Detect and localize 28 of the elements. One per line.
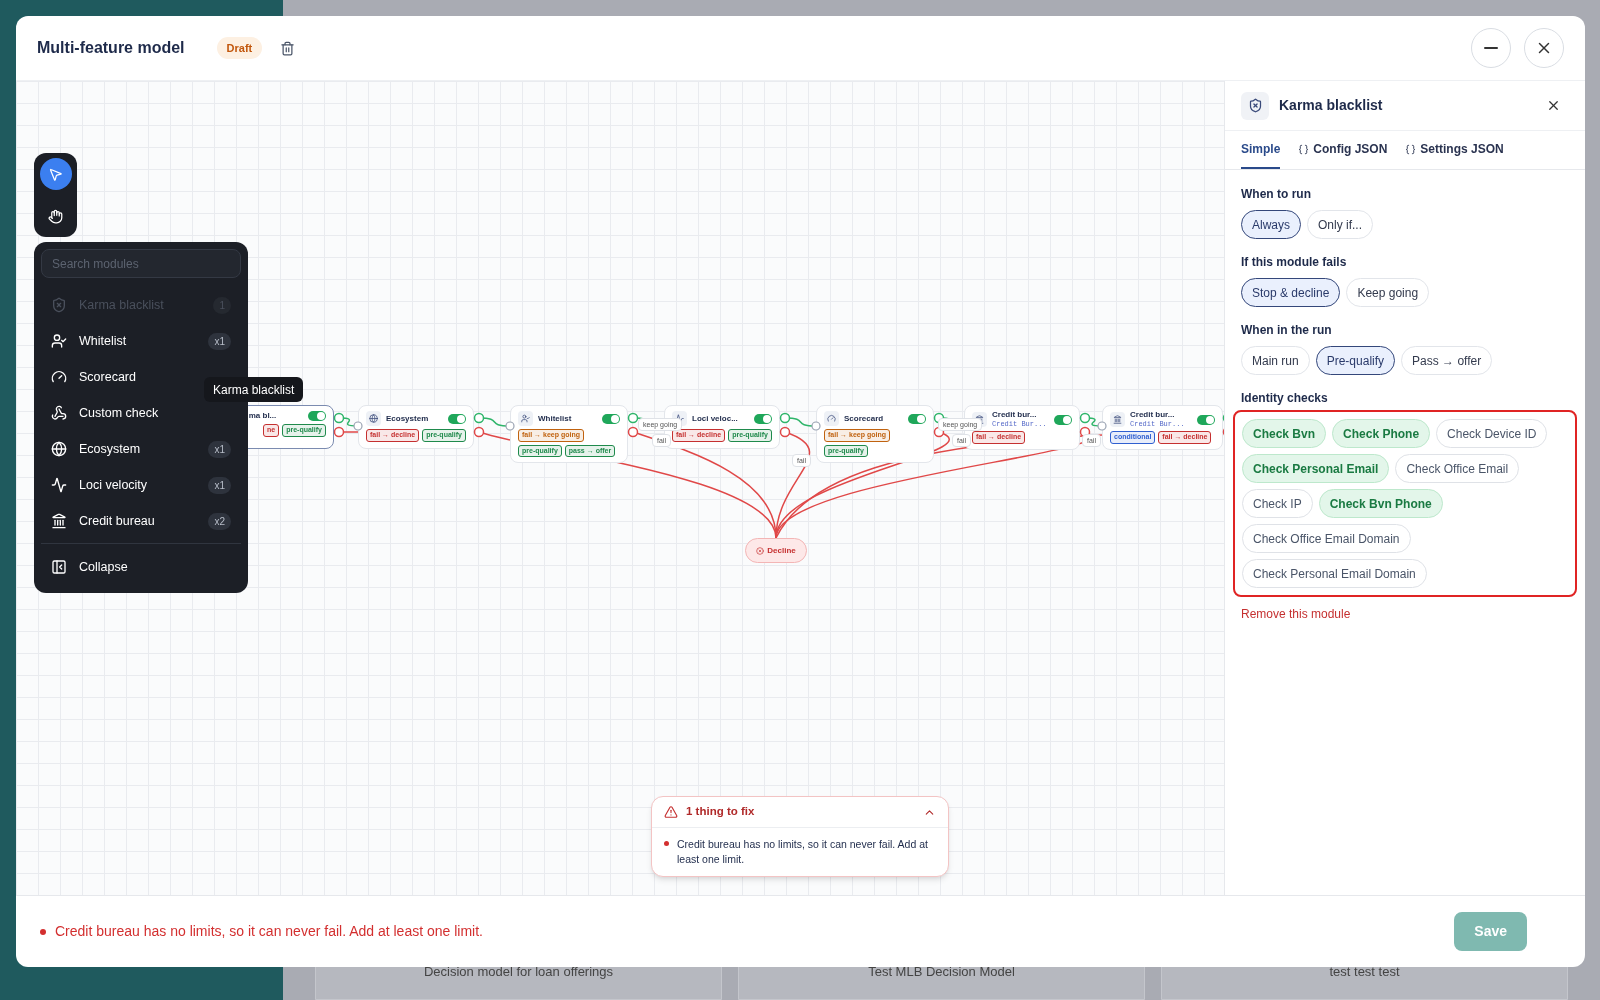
footer-error: Credit bureau has no limits, so it can never fail. Add at least one limit. [55,922,483,941]
module-name: Loci velocity [79,476,148,494]
tooltip: Karma blacklist [204,377,304,402]
module-name: Scorecard [79,368,136,386]
section-label: If this module fails [1241,254,1348,271]
module-name: Custom check [79,404,159,422]
module-name: Ecosystem [79,440,141,458]
section-label: Identity checks [1241,390,1329,407]
count-badge: x1 [208,440,231,458]
module-name: Whitelist [79,332,127,350]
status-badge: Draft [216,36,263,60]
node-title: Loci veloc... [692,414,738,423]
inspector-title: Karma blacklist [1279,96,1383,115]
modal-title: Multi-feature model [37,38,185,58]
issues-title: 1 thing to fix [686,804,755,820]
count-badge: x2 [208,512,231,530]
node-title: Ecosystem [386,414,429,423]
node-title: Credit bur... [992,411,1038,419]
node-title: Credit bur... [1130,411,1176,419]
section-label: When to run [1241,186,1312,203]
node-title: Whitelist [538,414,572,423]
count-badge: x1 [208,476,231,494]
section-label: When in the run [1241,322,1333,339]
module-name: Credit bureau [79,512,155,530]
count-badge: x1 [208,332,231,350]
node-title: ma bl... [248,412,277,420]
issue-text: Credit bureau has no limits, so it can never fail. Add at least one limit. [677,837,929,867]
node-title: Scorecard [844,414,884,423]
